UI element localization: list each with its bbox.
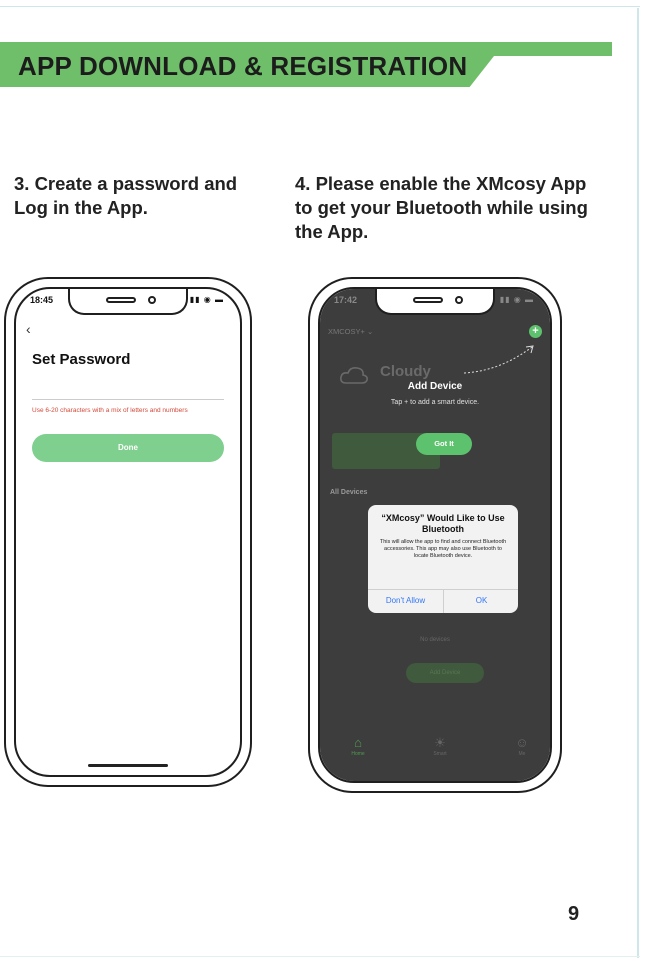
tab-label: Me xyxy=(518,751,526,757)
status-icons: ▮▮ ◉ ▬ xyxy=(499,295,534,304)
phone-screen: 18:45 ▮▮ ◉ ▬ ‹ Set Password Use 6-20 cha… xyxy=(14,287,242,777)
got-it-button[interactable]: Got It xyxy=(416,433,472,455)
phone-notch xyxy=(68,289,188,315)
app-home-dimmed: 17:42 ▮▮ ◉ ▬ XMCOSY+ ⌄ + Cloudy Add Devi… xyxy=(320,289,550,781)
speaker-icon xyxy=(106,297,136,303)
add-device-tip-title: Add Device xyxy=(407,381,463,392)
dont-allow-button[interactable]: Don't Allow xyxy=(368,589,443,613)
top-rule xyxy=(0,6,640,7)
done-button[interactable]: Done xyxy=(32,434,224,462)
bluetooth-permission-dialog: “XMcosy” Would Like to Use Bluetooth Thi… xyxy=(368,505,518,613)
tab-me[interactable]: ☺ Me xyxy=(502,735,542,757)
ok-button[interactable]: OK xyxy=(444,589,518,613)
tab-smart[interactable]: ☀ Smart xyxy=(420,735,460,757)
step-3-text: 3. Create a password and Log in the App. xyxy=(14,173,238,218)
speaker-icon xyxy=(413,297,443,303)
side-rule xyxy=(637,8,639,958)
home-selector[interactable]: XMCOSY+ ⌄ xyxy=(328,327,373,336)
dialog-body: This will allow the app to find and conn… xyxy=(379,539,507,559)
step-4-text: 4. Please enable the XMcosy App to get y… xyxy=(295,173,588,242)
password-input[interactable] xyxy=(32,399,224,400)
tab-label: Smart xyxy=(433,751,447,757)
dialog-title: “XMcosy” Would Like to Use Bluetooth xyxy=(381,513,505,534)
home-icon: ⌂ xyxy=(354,735,362,750)
camera-icon xyxy=(455,296,463,304)
camera-icon xyxy=(148,296,156,304)
phone-notch xyxy=(375,289,495,315)
tab-home[interactable]: ⌂ Home xyxy=(338,735,378,757)
add-device-tip-text: Tap + to add a smart device. xyxy=(390,399,480,406)
profile-icon: ☺ xyxy=(515,735,529,750)
add-plus-button[interactable]: + xyxy=(529,325,542,338)
all-devices-label: All Devices xyxy=(330,489,368,496)
phone-set-password: 18:45 ▮▮ ◉ ▬ ‹ Set Password Use 6-20 cha… xyxy=(4,277,252,787)
tab-label: Home xyxy=(351,751,365,757)
sun-icon: ☀ xyxy=(434,735,446,750)
back-chevron-icon[interactable]: ‹ xyxy=(26,321,31,337)
tab-bar: ⌂ Home ☀ Smart ☺ Me xyxy=(320,735,550,767)
home-indicator xyxy=(88,764,168,767)
status-time: 18:45 xyxy=(30,295,54,305)
hint-arrow-icon xyxy=(463,345,534,374)
no-devices-label: No devices xyxy=(420,637,450,643)
set-password-title: Set Password xyxy=(32,351,131,368)
phone-bluetooth-permission: 17:42 ▮▮ ◉ ▬ XMCOSY+ ⌄ + Cloudy Add Devi… xyxy=(308,277,562,793)
add-device-button[interactable]: Add Device xyxy=(406,663,484,683)
password-hint: Use 6-20 characters with a mix of letter… xyxy=(32,407,188,414)
weather-label: Cloudy xyxy=(380,363,431,380)
phone-screen: 17:42 ▮▮ ◉ ▬ XMCOSY+ ⌄ + Cloudy Add Devi… xyxy=(318,287,552,783)
status-icons: ▮▮ ◉ ▬ xyxy=(189,295,224,304)
page-number: 9 xyxy=(568,903,580,925)
bottom-rule xyxy=(0,956,640,957)
status-time: 17:42 xyxy=(334,295,358,305)
section-title: APP DOWNLOAD & REGISTRATION xyxy=(18,51,468,81)
